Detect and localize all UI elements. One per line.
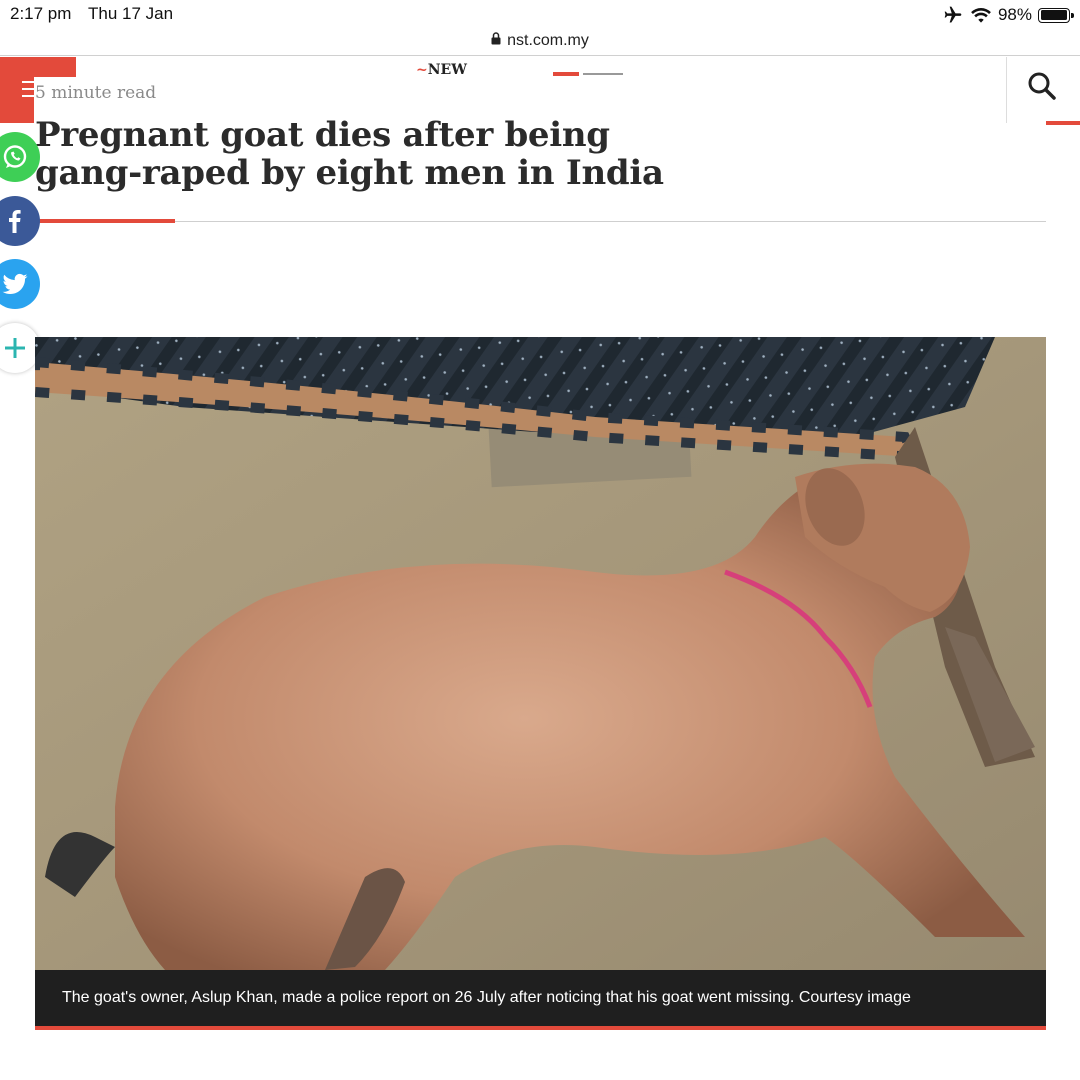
- secondary-logo[interactable]: [553, 72, 625, 78]
- search-icon[interactable]: [1026, 70, 1060, 104]
- hamburger-icon: [22, 81, 36, 102]
- share-whatsapp-button[interactable]: [0, 132, 40, 182]
- address-bar[interactable]: nst.com.my: [0, 26, 1080, 56]
- read-time: 5 minute read: [35, 83, 157, 103]
- header-divider: [1006, 57, 1007, 123]
- article-headline: Pregnant goat dies after being gang-rape…: [35, 115, 664, 193]
- status-time: 2:17 pm: [10, 4, 72, 23]
- headline-accent-bar: [35, 219, 175, 223]
- url-text[interactable]: nst.com.my: [507, 32, 589, 50]
- headline-divider: [35, 221, 1046, 222]
- airplane-icon: [942, 5, 964, 25]
- site-logo[interactable]: ~NEW: [416, 62, 467, 78]
- whatsapp-icon: [3, 145, 27, 168]
- wifi-icon: [970, 6, 992, 24]
- status-indicators: 98%: [942, 4, 1074, 26]
- share-more-button[interactable]: [0, 323, 40, 373]
- share-twitter-button[interactable]: [0, 259, 40, 309]
- search-accent-bar: [1046, 121, 1080, 125]
- status-date: Thu 17 Jan: [88, 4, 174, 23]
- article-photo: [35, 337, 1046, 970]
- twitter-icon: [2, 273, 28, 295]
- facebook-icon: [9, 210, 21, 233]
- plus-icon: [5, 338, 25, 358]
- photo-caption-bar: The goat's owner, Aslup Khan, made a pol…: [35, 970, 1046, 1026]
- caption-accent-bar: [35, 1026, 1046, 1030]
- battery-icon: [1038, 7, 1074, 23]
- share-facebook-button[interactable]: [0, 196, 40, 246]
- lock-icon: [491, 32, 501, 50]
- battery-percent: 98%: [997, 5, 1032, 24]
- photo-caption: The goat's owner, Aslup Khan, made a pol…: [62, 989, 911, 1006]
- address-bar-divider: [0, 55, 1080, 56]
